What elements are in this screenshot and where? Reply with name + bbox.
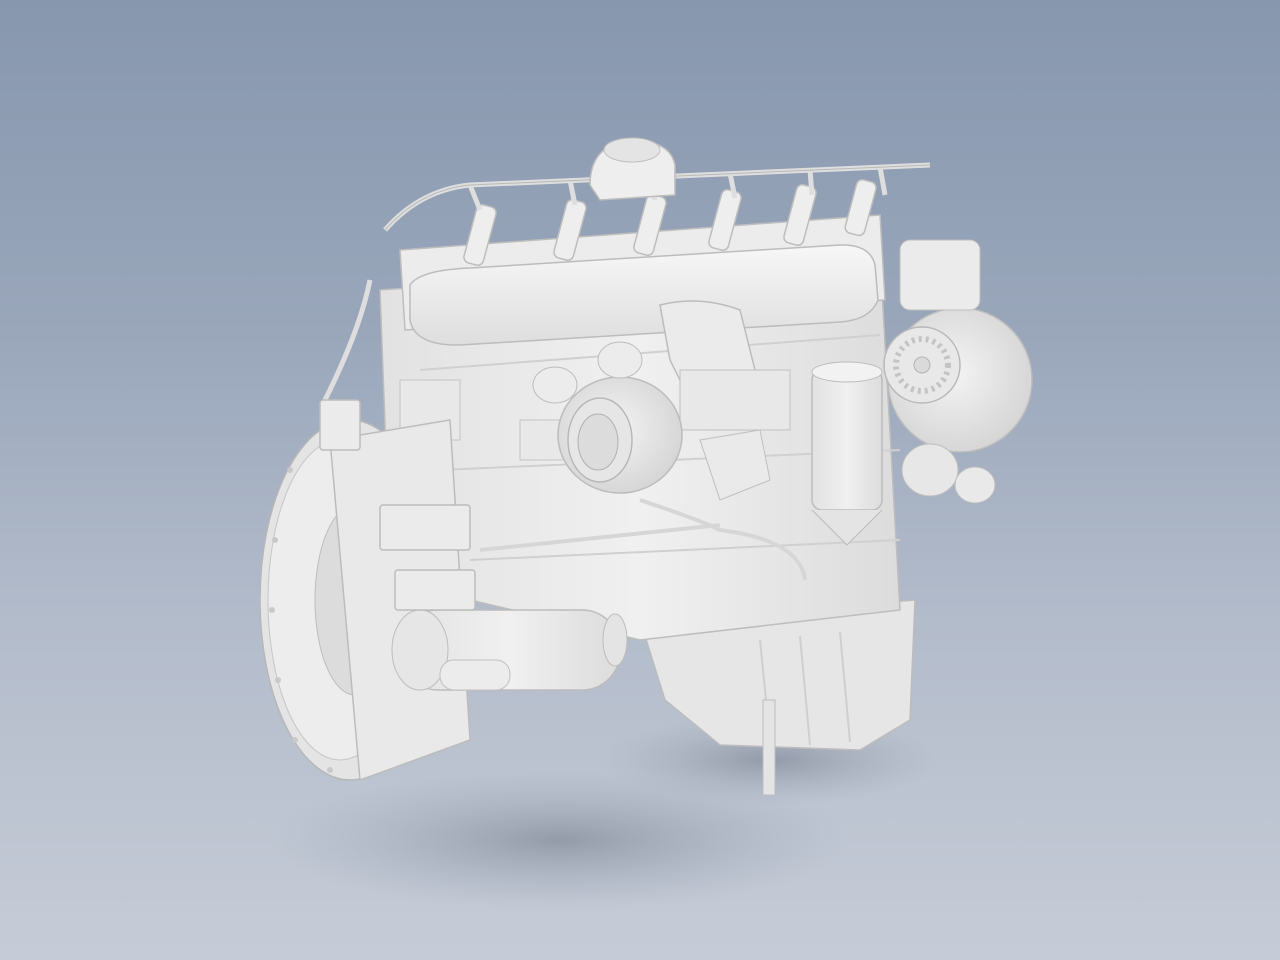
3d-viewport[interactable] (0, 0, 1280, 960)
engine-model-render[interactable] (0, 0, 1280, 960)
oil-filter (811, 361, 883, 546)
intake-elbow (589, 137, 676, 201)
alternator (883, 239, 1033, 504)
starter-motor (391, 609, 628, 691)
